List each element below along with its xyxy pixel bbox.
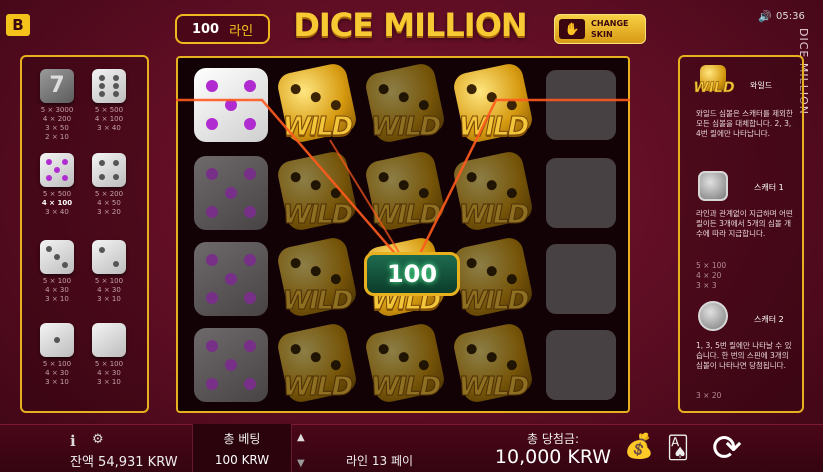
- pay-line: 4 × 20: [696, 271, 722, 280]
- pay-line: 5 × 100: [696, 261, 727, 270]
- info-icon[interactable]: ℹ: [70, 432, 76, 450]
- scatter2-pays: 3 × 20: [696, 391, 796, 401]
- wild-symbol-icon: WILD: [692, 65, 736, 101]
- scatter2-label: 스캐터 2: [754, 315, 784, 324]
- scatter1-icon: [698, 171, 728, 201]
- gear-icon[interactable]: ⚙: [92, 432, 104, 447]
- gamble-cards-icon[interactable]: 🂡: [664, 436, 692, 466]
- scatter1-label: 스캐터 1: [754, 183, 784, 192]
- win-amount-badge: 100: [364, 252, 460, 296]
- spin-icon[interactable]: ⟳: [702, 426, 752, 472]
- bet-increase-icon[interactable]: ▲: [297, 432, 305, 443]
- bet-box: 총 베팅 100 KRW: [192, 424, 292, 472]
- balance-display: 잔액 54,931 KRW: [70, 455, 178, 470]
- scatter2-icon: [698, 301, 728, 331]
- wild-icon-label: WILD: [693, 80, 735, 96]
- total-win-value: 10,000 KRW: [494, 446, 612, 468]
- pay-line: 3 × 20: [696, 391, 722, 400]
- bet-label: 총 베팅: [223, 432, 261, 446]
- bet-decrease-icon[interactable]: ▼: [297, 458, 305, 469]
- wild-label: 와일드: [750, 81, 773, 90]
- coins-icon[interactable]: 💰: [622, 432, 656, 468]
- scatter1-pays: 5 × 100 4 × 20 3 × 3: [696, 261, 796, 291]
- scatter2-description: 1, 3, 5번 릴에만 나타날 수 있습니다. 한 번의 스핀에 3개의 심볼…: [696, 341, 792, 370]
- lines-pay-text: 라인 13 페이: [346, 454, 414, 468]
- wild-description: 와일드 심볼은 스캐터를 제외한 모든 심볼을 대체합니다. 2, 3, 4번 …: [696, 109, 793, 138]
- pay-line: 3 × 3: [696, 281, 717, 290]
- bet-value: 100 KRW: [214, 453, 270, 467]
- total-win-label: 총 당첨금:: [526, 432, 580, 446]
- info-panel: WILD 와일드 와일드 심볼은 스캐터를 제외한 모든 심볼을 대체합니다. …: [678, 55, 804, 413]
- scatter1-description: 라인과 관계없이 지급하며 어떤 릴이든 3개에서 5개의 심볼 개수에 따라 …: [696, 209, 793, 238]
